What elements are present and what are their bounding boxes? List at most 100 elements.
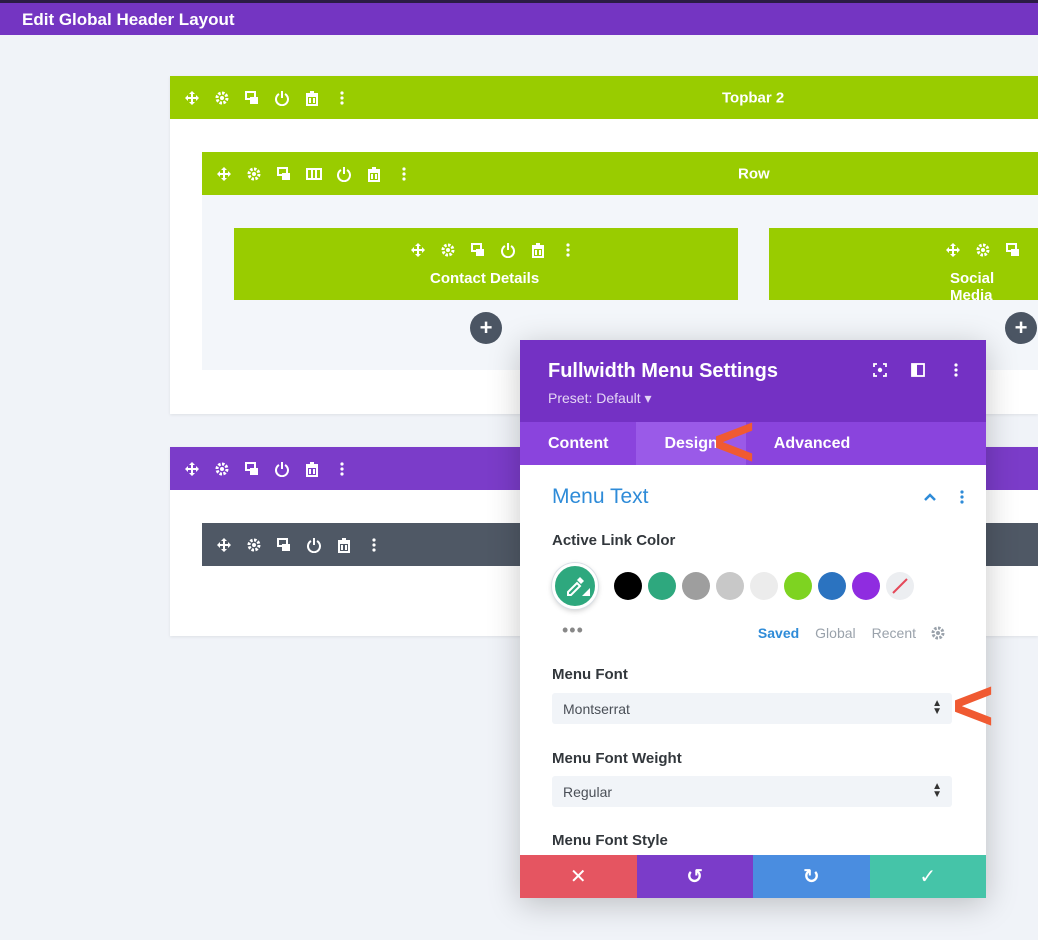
- menu-font-weight-value: Regular: [563, 783, 613, 800]
- menu-font-select[interactable]: Montserrat ▲ ▼: [552, 693, 952, 724]
- move-icon[interactable]: [945, 242, 961, 258]
- eyedropper-icon: [567, 577, 590, 596]
- active-link-color-label: Active Link Color: [552, 532, 676, 549]
- chevron-up-icon[interactable]: [922, 489, 938, 505]
- section-controls: [184, 90, 350, 106]
- color-swatch[interactable]: [750, 572, 778, 600]
- color-swatch[interactable]: [614, 572, 642, 600]
- module-label: Contact Details: [430, 270, 540, 287]
- color-swatch[interactable]: [648, 572, 676, 600]
- section-header[interactable]: Topbar 2: [170, 76, 1038, 119]
- duplicate-icon[interactable]: [244, 461, 260, 477]
- move-icon[interactable]: [410, 242, 426, 258]
- duplicate-icon[interactable]: [276, 537, 292, 553]
- palette-tab-global[interactable]: Global: [815, 625, 855, 641]
- fullscreen-icon[interactable]: [872, 362, 888, 378]
- row-controls: [216, 166, 412, 182]
- palette-tab-recent[interactable]: Recent: [872, 625, 916, 641]
- power-icon[interactable]: [306, 537, 322, 553]
- gear-icon[interactable]: [214, 90, 230, 106]
- move-icon[interactable]: [216, 166, 232, 182]
- save-button[interactable]: ✓: [869, 855, 986, 898]
- panel-body: Menu Text Active Link Color ••• Saved Gl…: [520, 465, 986, 855]
- color-swatch[interactable]: [784, 572, 812, 600]
- panel-footer: ✕ ↺ ↻ ✓: [520, 855, 986, 898]
- color-swatches: [614, 572, 914, 600]
- move-icon[interactable]: [184, 461, 200, 477]
- annotation-arrow-design-tab: <: [713, 402, 756, 482]
- power-icon[interactable]: [274, 90, 290, 106]
- more-icon[interactable]: [334, 461, 350, 477]
- duplicate-icon[interactable]: [1005, 242, 1021, 258]
- module-controls: [410, 242, 576, 258]
- section-controls: [184, 461, 350, 477]
- columns-icon[interactable]: [306, 166, 322, 182]
- preset-dropdown[interactable]: Preset: Default ▾: [548, 390, 652, 407]
- tab-advanced[interactable]: Advanced: [746, 422, 878, 465]
- more-icon[interactable]: [954, 489, 970, 505]
- more-icon[interactable]: [334, 90, 350, 106]
- duplicate-icon[interactable]: [276, 166, 292, 182]
- discard-button[interactable]: ✕: [520, 855, 637, 898]
- palette-tab-saved[interactable]: Saved: [758, 625, 799, 641]
- trash-icon[interactable]: [366, 166, 382, 182]
- select-arrows-icon: ▲ ▼: [932, 698, 942, 717]
- redo-button[interactable]: ↻: [753, 855, 870, 898]
- color-swatch[interactable]: [852, 572, 880, 600]
- color-picker-button[interactable]: [552, 563, 598, 609]
- page-title: Edit Global Header Layout: [22, 10, 235, 29]
- no-color-swatch[interactable]: [886, 572, 914, 600]
- tab-content[interactable]: Content: [520, 422, 636, 465]
- gear-icon[interactable]: [246, 537, 262, 553]
- more-icon[interactable]: [366, 537, 382, 553]
- more-icon[interactable]: [560, 242, 576, 258]
- plus-icon: +: [1014, 315, 1028, 340]
- gear-icon[interactable]: [214, 461, 230, 477]
- add-module-button[interactable]: +: [1005, 312, 1037, 344]
- menu-font-style-label: Menu Font Style: [552, 832, 668, 849]
- move-icon[interactable]: [184, 90, 200, 106]
- trash-icon[interactable]: [304, 90, 320, 106]
- more-icon[interactable]: [948, 362, 964, 378]
- split-view-icon[interactable]: [910, 362, 926, 378]
- panel-title: Fullwidth Menu Settings: [548, 360, 778, 382]
- power-icon[interactable]: [500, 242, 516, 258]
- add-module-button[interactable]: +: [470, 312, 502, 344]
- module-label: Social Media: [950, 270, 995, 304]
- menu-font-weight-label: Menu Font Weight: [552, 750, 682, 767]
- row-container: Row Contact Details + Social Media +: [202, 152, 1038, 370]
- section-icons: [922, 489, 970, 505]
- gear-icon[interactable]: [440, 242, 456, 258]
- duplicate-icon[interactable]: [470, 242, 486, 258]
- row-header[interactable]: Row: [202, 152, 1038, 195]
- duplicate-icon[interactable]: [244, 90, 260, 106]
- menu-font-value: Montserrat: [563, 700, 630, 717]
- power-icon[interactable]: [336, 166, 352, 182]
- color-swatch[interactable]: [818, 572, 846, 600]
- row-label: Row: [738, 165, 770, 182]
- module-controls: [216, 537, 382, 553]
- section-title-menu-text[interactable]: Menu Text: [552, 485, 649, 509]
- trash-icon[interactable]: [336, 537, 352, 553]
- more-icon[interactable]: [396, 166, 412, 182]
- annotation-arrow-menu-font: <: [952, 666, 995, 746]
- menu-font-label: Menu Font: [552, 666, 628, 683]
- trash-icon[interactable]: [530, 242, 546, 258]
- power-icon[interactable]: [274, 461, 290, 477]
- color-swatch[interactable]: [716, 572, 744, 600]
- gear-icon[interactable]: [246, 166, 262, 182]
- gear-icon[interactable]: [930, 625, 946, 641]
- menu-font-weight-select[interactable]: Regular ▲ ▼: [552, 776, 952, 807]
- section-label: Topbar 2: [722, 89, 785, 106]
- plus-icon: +: [479, 315, 493, 340]
- module-contact-details[interactable]: Contact Details: [234, 228, 738, 300]
- trash-icon[interactable]: [304, 461, 320, 477]
- gear-icon[interactable]: [975, 242, 991, 258]
- module-controls: [945, 242, 1021, 258]
- more-colors-icon[interactable]: •••: [562, 620, 584, 641]
- move-icon[interactable]: [216, 537, 232, 553]
- module-social-media[interactable]: Social Media: [769, 228, 1038, 304]
- color-swatch[interactable]: [682, 572, 710, 600]
- undo-button[interactable]: ↺: [636, 855, 753, 898]
- top-bar: Edit Global Header Layout: [0, 0, 1038, 35]
